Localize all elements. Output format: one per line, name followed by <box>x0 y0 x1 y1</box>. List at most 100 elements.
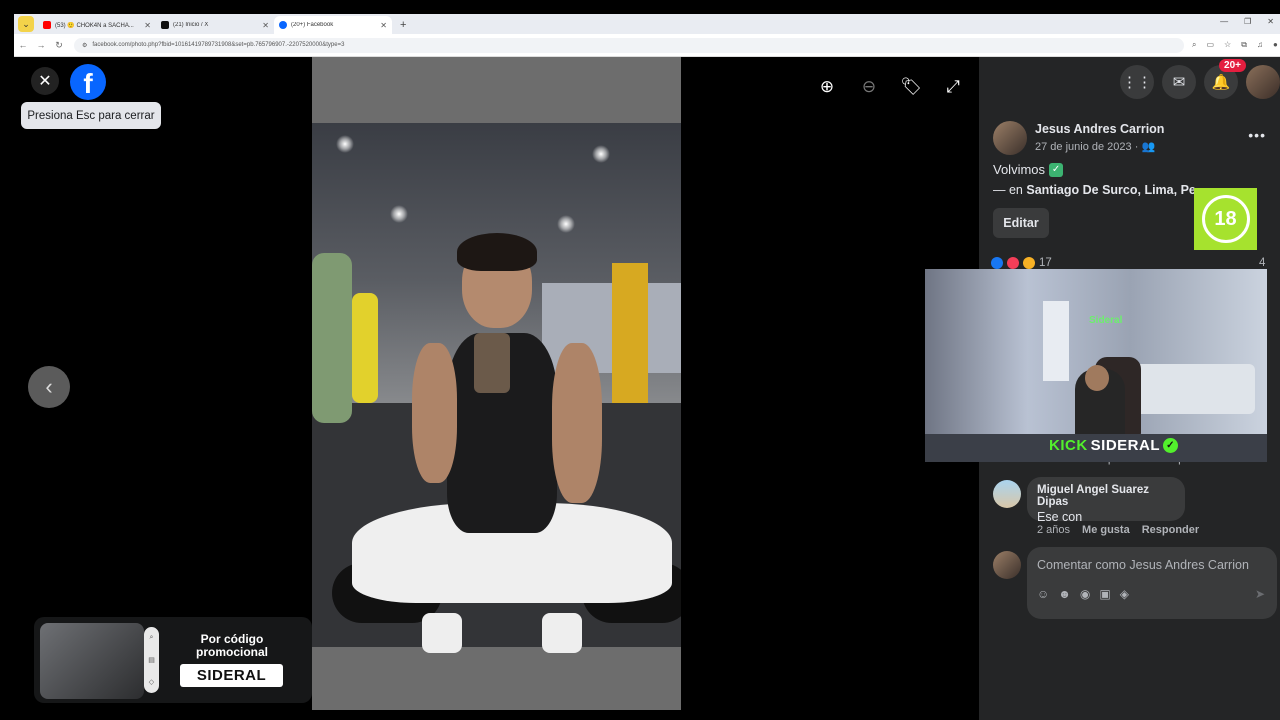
friends-audience-icon: 👥 <box>1141 141 1156 153</box>
close-icon: ✕ <box>38 73 52 90</box>
like-comment-button[interactable]: Me gusta <box>1082 524 1130 536</box>
post-date[interactable]: 27 de junio de 2023 · 👥 <box>1035 140 1155 153</box>
tag-button[interactable]: 🏷 <box>896 72 926 102</box>
comments-count[interactable]: 4 <box>1259 257 1265 269</box>
fullscreen-icon: ⤢ <box>946 77 960 96</box>
arm <box>552 343 602 503</box>
phone <box>474 333 510 393</box>
post-location: — en Santiago De Surco, Lima, Pe <box>993 183 1196 197</box>
background-person <box>312 253 352 423</box>
new-tab-button[interactable]: + <box>400 19 406 31</box>
restore-icon[interactable]: ❐ <box>1244 17 1251 26</box>
cast-icon[interactable]: ▭ <box>1206 40 1214 50</box>
commenter-avatar[interactable] <box>993 480 1021 508</box>
location-link[interactable]: Santiago De Surco, Lima, Pe <box>1026 183 1196 197</box>
send-icon[interactable]: ➤ <box>1255 587 1265 601</box>
close-tab-icon[interactable]: ✕ <box>380 21 387 30</box>
comment-time[interactable]: 2 años <box>1037 524 1070 536</box>
tab-title: (21) Inicio / X <box>173 22 209 28</box>
reply-comment-button[interactable]: Responder <box>1142 524 1199 536</box>
fullscreen-button[interactable]: ⤢ <box>938 72 968 102</box>
kick-logo-text: KICK <box>1049 437 1088 454</box>
screen: ⌄ (53) 🙂 CHOK4N a SACHA... ✕ (21) Inicio… <box>0 0 1280 720</box>
sticker-icon[interactable]: ◈ <box>1120 587 1129 601</box>
comment-actions: 2 años Me gusta Responder <box>1037 524 1199 536</box>
x-icon <box>161 21 169 29</box>
reload-icon[interactable]: ↻ <box>50 40 68 51</box>
browser-tab-x[interactable]: (21) Inicio / X ✕ <box>156 16 274 34</box>
edit-button[interactable]: Editar <box>993 208 1049 238</box>
minimize-icon[interactable]: — <box>1220 17 1228 26</box>
toolbar-icons: ⌕ ▭ ☆ ⧉ ♫ ● <box>1192 40 1278 50</box>
comment-input[interactable] <box>1037 555 1267 575</box>
gif-icon[interactable]: ▣ <box>1099 587 1110 601</box>
tag-icon: ◇ <box>148 679 155 686</box>
zoom-in-button[interactable]: ⊕ <box>812 72 842 102</box>
zoom-in-icon: ⊕ <box>819 77 835 96</box>
promo-product-art <box>40 623 144 699</box>
room-bed <box>1135 364 1255 414</box>
window-controls: — ❐ ✕ <box>1220 17 1274 26</box>
zoom-icon[interactable]: ⌕ <box>1192 40 1196 50</box>
account-avatar[interactable] <box>1246 65 1280 99</box>
author-name[interactable]: Jesus Andres Carrion <box>1035 122 1164 136</box>
site-info-icon[interactable]: ⚙ <box>82 42 87 49</box>
bookmark-star-icon[interactable]: ☆ <box>1224 40 1231 50</box>
camera-icon[interactable]: ◉ <box>1080 587 1090 601</box>
streamer-head <box>1085 365 1109 391</box>
post-caption-text: Volvimos <box>993 162 1046 177</box>
facebook-logo-letter: f <box>83 68 93 99</box>
profile-icon[interactable]: ● <box>1273 40 1278 50</box>
reactions-summary[interactable]: 17 <box>991 257 1052 269</box>
zoom-out-button[interactable]: ⊖ <box>854 72 884 102</box>
my-avatar[interactable] <box>993 551 1021 579</box>
avatar-sticker-icon[interactable]: ☺ <box>1037 587 1049 601</box>
back-icon[interactable]: ← <box>14 40 32 50</box>
chevron-left-icon: ‹ <box>45 374 53 399</box>
close-tab-icon[interactable]: ✕ <box>144 21 151 30</box>
address-bar-row: ← → ↻ ⚙ facebook.com/photo.php?fbid=1016… <box>14 34 1280 57</box>
messenger-button[interactable]: ✉ <box>1162 65 1196 99</box>
care-reaction-icon <box>1023 257 1035 269</box>
age-rating-ring: 18 <box>1201 195 1250 243</box>
url-field[interactable]: ⚙ facebook.com/photo.php?fbid=1016141978… <box>74 37 1184 53</box>
tab-title: (53) 🙂 CHOK4N a SACHA... <box>55 22 134 29</box>
menu-button[interactable]: ⋮⋮ <box>1120 65 1154 99</box>
post-date-text: 27 de junio de 2023 · <box>1035 141 1139 153</box>
post-caption: Volvimos ✓ <box>993 162 1064 177</box>
browser-tab-bar: ⌄ (53) 🙂 CHOK4N a SACHA... ✕ (21) Inicio… <box>14 14 1280 34</box>
ceiling-light <box>390 205 408 223</box>
emoji-icon[interactable]: ☻ <box>1058 587 1071 601</box>
close-viewer-button[interactable]: ✕ <box>31 67 59 95</box>
verified-icon: ✓ <box>1163 438 1179 453</box>
ceiling-light <box>557 215 575 233</box>
room-window <box>1043 301 1069 381</box>
forward-icon[interactable]: → <box>32 40 50 50</box>
grid-menu-icon: ⋮⋮ <box>1122 74 1152 91</box>
browser-tab-facebook[interactable]: (20+) Facebook ✕ <box>274 16 392 34</box>
gift-icon: ▤ <box>148 657 155 664</box>
stream-channel-label: KICK SIDERAL ✓ <box>1049 437 1179 454</box>
commenter-name[interactable]: Miguel Angel Suarez Dipas <box>1037 484 1175 508</box>
notifications-button[interactable]: 🔔 20+ <box>1204 59 1246 99</box>
more-options-button[interactable]: ••• <box>1248 127 1266 143</box>
facebook-top-nav: ⋮⋮ ✉ 🔔 20+ <box>1120 59 1280 99</box>
subject <box>332 233 681 653</box>
facebook-logo[interactable]: f <box>70 64 106 100</box>
author-avatar[interactable] <box>993 121 1027 155</box>
tab-search-icon[interactable]: ⌄ <box>18 16 34 32</box>
post-photo[interactable] <box>312 57 681 710</box>
more-dots-icon: ••• <box>1248 127 1266 143</box>
facebook-favicon-icon <box>279 21 287 29</box>
promo-code-overlay: ⌕ ▤ ◇ Por código promocional SIDERAL <box>34 617 312 703</box>
close-window-icon[interactable]: ✕ <box>1267 17 1274 26</box>
shoe <box>422 613 462 653</box>
comment-text: Ese con <box>1037 510 1083 524</box>
extensions-icon[interactable]: ⧉ <box>1241 40 1247 50</box>
love-reaction-icon <box>1007 257 1019 269</box>
media-icon[interactable]: ♫ <box>1257 40 1263 50</box>
arm <box>412 343 457 483</box>
previous-photo-button[interactable]: ‹ <box>28 366 70 408</box>
browser-tab-youtube[interactable]: (53) 🙂 CHOK4N a SACHA... ✕ <box>38 16 156 34</box>
close-tab-icon[interactable]: ✕ <box>262 21 269 30</box>
